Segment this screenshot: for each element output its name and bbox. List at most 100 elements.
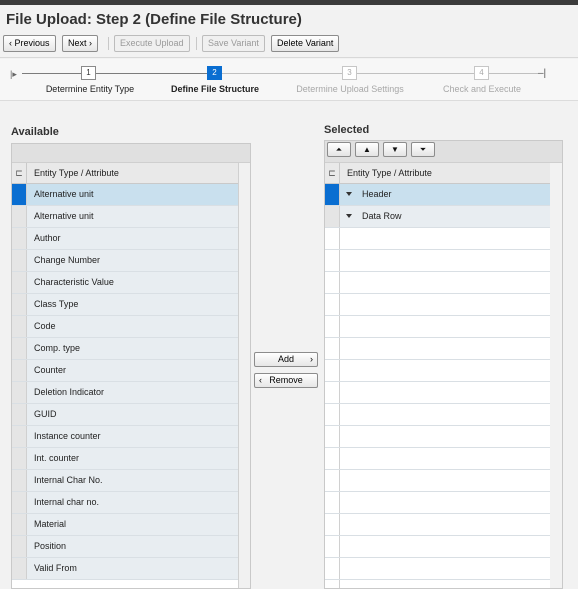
expand-down-icon[interactable] bbox=[346, 192, 352, 196]
select-all-icon[interactable]: ⊏ bbox=[325, 163, 340, 183]
empty-row[interactable] bbox=[325, 338, 550, 360]
table-row[interactable]: Internal Char No. bbox=[12, 470, 238, 492]
table-row[interactable]: Instance counter bbox=[12, 426, 238, 448]
row-selector[interactable] bbox=[12, 272, 27, 293]
row-selector[interactable] bbox=[325, 580, 340, 588]
row-selector[interactable] bbox=[12, 536, 27, 557]
table-row[interactable]: Change Number bbox=[12, 250, 238, 272]
row-selector[interactable] bbox=[12, 492, 27, 513]
step-3-label[interactable]: Determine Upload Settings bbox=[296, 84, 404, 94]
step-3-number[interactable]: 3 bbox=[342, 66, 357, 80]
row-selector[interactable] bbox=[325, 206, 340, 227]
row-selector[interactable] bbox=[325, 382, 340, 403]
remove-button[interactable]: ‹ Remove bbox=[254, 373, 318, 388]
move-down-button[interactable]: ▼ bbox=[383, 142, 407, 157]
table-row[interactable]: Header bbox=[325, 184, 550, 206]
row-selector[interactable] bbox=[325, 558, 340, 579]
empty-row[interactable] bbox=[325, 580, 550, 588]
empty-row[interactable] bbox=[325, 514, 550, 536]
row-selector[interactable] bbox=[325, 184, 340, 205]
empty-row[interactable] bbox=[325, 316, 550, 338]
table-row[interactable]: Counter bbox=[12, 360, 238, 382]
empty-row[interactable] bbox=[325, 492, 550, 514]
table-row[interactable]: Int. counter bbox=[12, 448, 238, 470]
table-row[interactable]: Position bbox=[12, 536, 238, 558]
empty-row[interactable] bbox=[325, 426, 550, 448]
table-row[interactable]: Alternative unit bbox=[12, 206, 238, 228]
empty-row[interactable] bbox=[325, 272, 550, 294]
delete-variant-button[interactable]: Delete Variant bbox=[271, 35, 340, 52]
empty-row[interactable] bbox=[325, 536, 550, 558]
row-selector[interactable] bbox=[12, 228, 27, 249]
move-to-top-button[interactable]: ⏶ bbox=[327, 142, 351, 157]
add-button[interactable]: Add › bbox=[254, 352, 318, 367]
empty-row[interactable] bbox=[325, 228, 550, 250]
table-row[interactable]: Internal char no. bbox=[12, 492, 238, 514]
row-selector[interactable] bbox=[325, 448, 340, 469]
empty-row[interactable] bbox=[325, 558, 550, 580]
previous-button[interactable]: ‹ Previous bbox=[3, 35, 56, 52]
empty-row[interactable] bbox=[325, 448, 550, 470]
row-selector[interactable] bbox=[12, 250, 27, 271]
empty-row[interactable] bbox=[325, 470, 550, 492]
table-row[interactable]: Data Row bbox=[325, 206, 550, 228]
save-variant-button[interactable]: Save Variant bbox=[202, 35, 265, 52]
row-selector[interactable] bbox=[12, 338, 27, 359]
row-selector[interactable] bbox=[325, 404, 340, 425]
step-2-number[interactable]: 2 bbox=[207, 66, 222, 80]
table-row[interactable]: Material bbox=[12, 514, 238, 536]
row-selector[interactable] bbox=[12, 382, 27, 403]
row-selector[interactable] bbox=[12, 514, 27, 535]
row-selector[interactable] bbox=[325, 294, 340, 315]
execute-upload-button[interactable]: Execute Upload bbox=[114, 35, 190, 52]
table-row[interactable]: Class Type bbox=[12, 294, 238, 316]
expand-down-icon[interactable] bbox=[346, 214, 352, 218]
row-selector[interactable] bbox=[12, 448, 27, 469]
table-row[interactable]: GUID bbox=[12, 404, 238, 426]
selected-column-header[interactable]: Entity Type / Attribute bbox=[347, 163, 432, 183]
row-selector[interactable] bbox=[12, 360, 27, 381]
table-row[interactable]: Valid From bbox=[12, 558, 238, 580]
row-selector[interactable] bbox=[325, 536, 340, 557]
empty-row[interactable] bbox=[325, 360, 550, 382]
next-button[interactable]: Next › bbox=[62, 35, 99, 52]
empty-row[interactable] bbox=[325, 404, 550, 426]
empty-row[interactable] bbox=[325, 294, 550, 316]
row-selector[interactable] bbox=[12, 206, 27, 227]
step-1-label[interactable]: Determine Entity Type bbox=[46, 84, 134, 94]
row-selector[interactable] bbox=[325, 316, 340, 337]
row-selector[interactable] bbox=[325, 360, 340, 381]
move-up-button[interactable]: ▲ bbox=[355, 142, 379, 157]
row-selector[interactable] bbox=[12, 470, 27, 491]
step-2-label[interactable]: Define File Structure bbox=[171, 84, 259, 94]
row-selector[interactable] bbox=[12, 184, 27, 205]
row-selector[interactable] bbox=[325, 470, 340, 491]
row-selector[interactable] bbox=[12, 426, 27, 447]
table-row[interactable]: Deletion Indicator bbox=[12, 382, 238, 404]
select-all-icon[interactable]: ⊏ bbox=[12, 163, 27, 183]
move-to-bottom-button[interactable]: ⏷ bbox=[411, 142, 435, 157]
empty-row[interactable] bbox=[325, 250, 550, 272]
available-column-header[interactable]: Entity Type / Attribute bbox=[34, 163, 119, 183]
available-scrollbar[interactable] bbox=[238, 163, 250, 588]
row-selector[interactable] bbox=[325, 250, 340, 271]
table-row[interactable]: Characteristic Value bbox=[12, 272, 238, 294]
row-selector[interactable] bbox=[325, 272, 340, 293]
table-row[interactable]: Code bbox=[12, 316, 238, 338]
table-row[interactable]: Comp. type bbox=[12, 338, 238, 360]
row-selector[interactable] bbox=[325, 338, 340, 359]
row-selector[interactable] bbox=[12, 404, 27, 425]
row-selector[interactable] bbox=[12, 558, 27, 579]
row-selector[interactable] bbox=[325, 492, 340, 513]
table-row[interactable]: Alternative unit bbox=[12, 184, 238, 206]
row-selector[interactable] bbox=[325, 514, 340, 535]
row-selector[interactable] bbox=[12, 316, 27, 337]
table-row[interactable]: Author bbox=[12, 228, 238, 250]
row-selector[interactable] bbox=[325, 228, 340, 249]
step-4-label[interactable]: Check and Execute bbox=[443, 84, 521, 94]
row-selector[interactable] bbox=[12, 294, 27, 315]
empty-row[interactable] bbox=[325, 382, 550, 404]
row-selector[interactable] bbox=[325, 426, 340, 447]
step-1-number[interactable]: 1 bbox=[81, 66, 96, 80]
step-4-number[interactable]: 4 bbox=[474, 66, 489, 80]
